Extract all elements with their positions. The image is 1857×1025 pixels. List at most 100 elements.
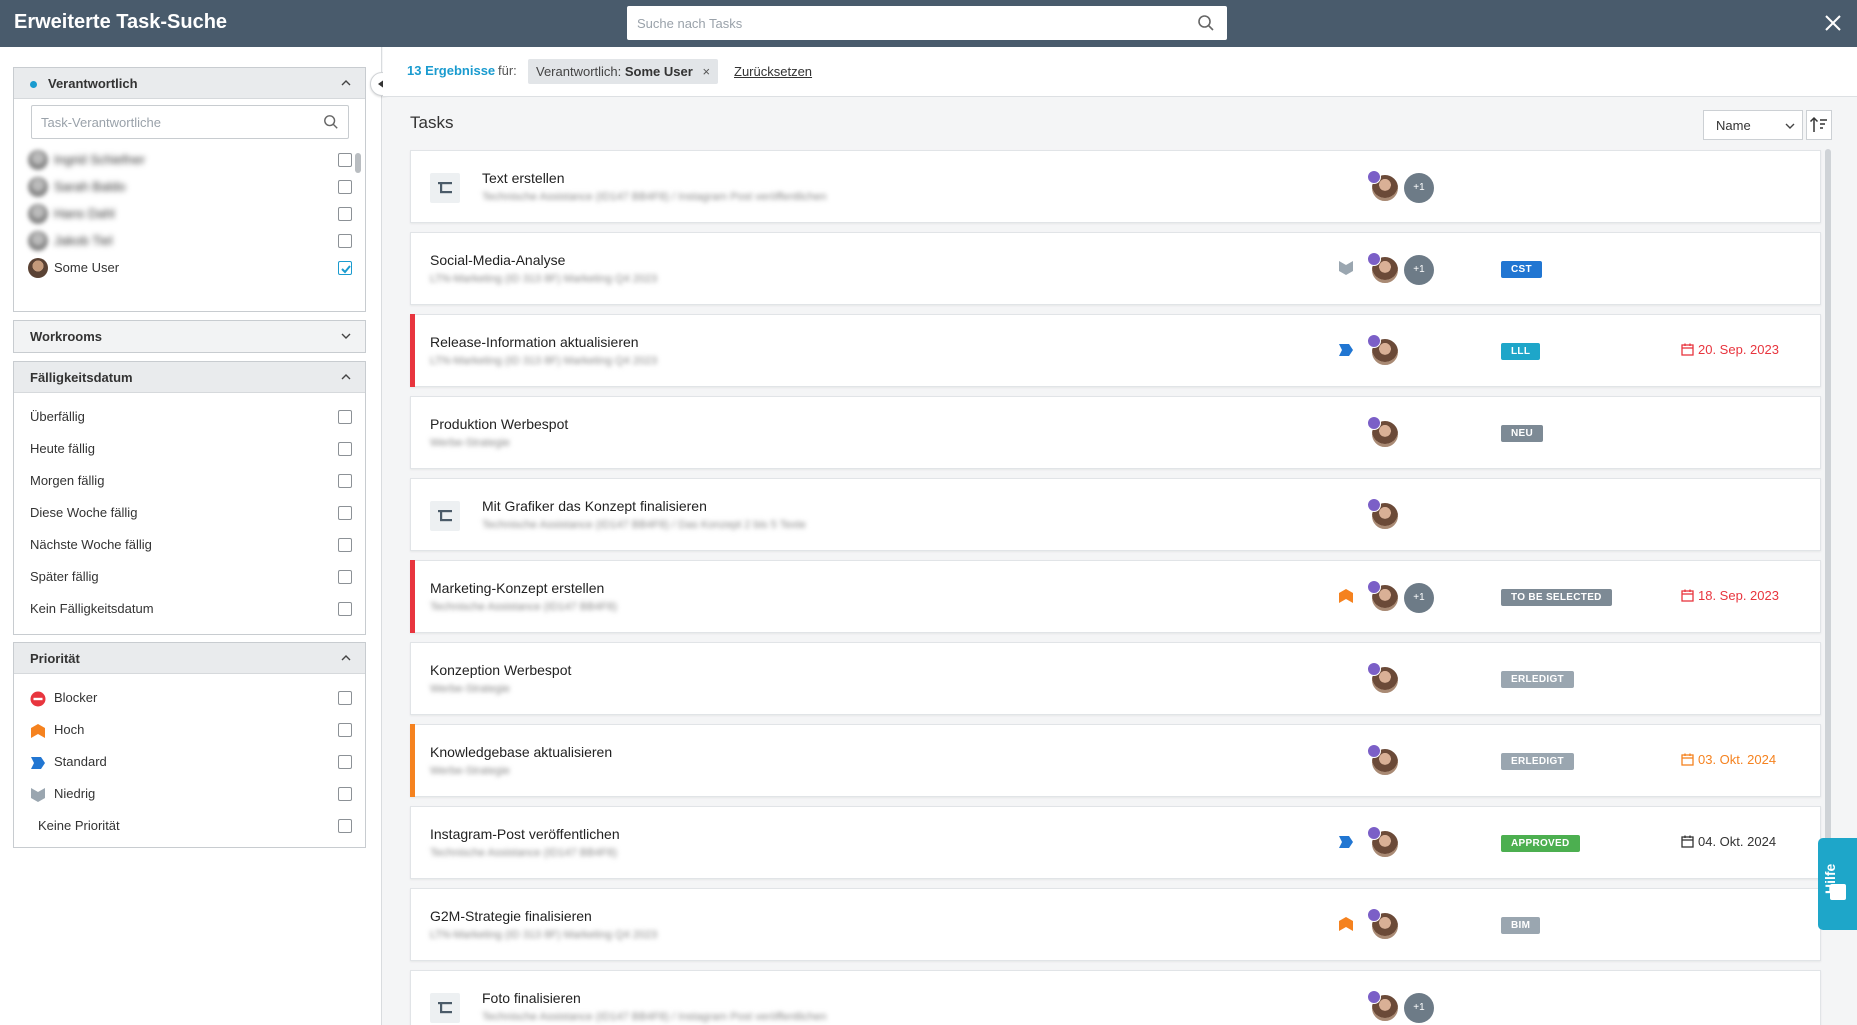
task-name[interactable]: G2M-Strategie finalisieren (430, 908, 592, 924)
close-icon[interactable] (1821, 11, 1845, 35)
task-name[interactable]: Release-Information aktualisieren (430, 334, 639, 350)
assignee-avatar[interactable] (1367, 498, 1400, 531)
due-option[interactable]: Morgen fällig (14, 465, 367, 497)
filter-responsible-header[interactable]: Verantwortlich (14, 68, 365, 99)
assignee-avatar[interactable] (1367, 662, 1400, 695)
task-name[interactable]: Foto finalisieren (482, 990, 581, 1006)
priority-option-blocker[interactable]: Blocker (14, 682, 367, 714)
help-tab[interactable]: Hilfe (1818, 838, 1857, 930)
assignee-avatar[interactable] (1367, 580, 1400, 613)
task-card[interactable]: G2M-Strategie finalisieren LTN-Marketing … (410, 888, 1821, 961)
task-name[interactable]: Mit Grafiker das Konzept finalisieren (482, 498, 707, 514)
priority-option-low[interactable]: Niedrig (14, 778, 367, 810)
due-option[interactable]: Überfällig (14, 401, 367, 433)
task-card[interactable]: Social-Media-Analyse LTN-Marketing (ID 31… (410, 232, 1821, 305)
sort-select[interactable]: Name (1703, 110, 1803, 140)
search-icon[interactable] (323, 114, 339, 130)
assignee-avatar[interactable] (1367, 334, 1400, 367)
checkbox[interactable] (338, 570, 352, 584)
more-assignees-badge[interactable]: +1 (1404, 173, 1434, 203)
more-assignees-badge[interactable]: +1 (1404, 583, 1434, 613)
priority-option-standard[interactable]: Standard (14, 746, 367, 778)
assignee-avatar[interactable] (1367, 416, 1400, 449)
chevron-up-icon[interactable] (341, 653, 351, 663)
task-card[interactable]: Mit Grafiker das Konzept finalisieren Tec… (410, 478, 1821, 551)
due-option[interactable]: Diese Woche fällig (14, 497, 367, 529)
assignee-avatar[interactable] (1367, 252, 1400, 285)
chevron-up-icon[interactable] (341, 372, 351, 382)
low-priority-icon (1339, 261, 1353, 275)
more-assignees-badge[interactable]: +1 (1404, 255, 1434, 285)
assignee-avatar[interactable] (1367, 826, 1400, 859)
priority-option-none[interactable]: Keine Priorität (14, 810, 367, 842)
results-bar: 13 Ergebnisse für: Verantwortlich: Some … (383, 47, 1857, 97)
list-scrollbar[interactable] (355, 153, 361, 173)
due-option[interactable]: Nächste Woche fällig (14, 529, 367, 561)
checkbox[interactable] (338, 180, 352, 194)
filter-priority-header[interactable]: Priorität (14, 643, 365, 674)
assignee-avatar[interactable] (1367, 908, 1400, 941)
task-card[interactable]: Instagram-Post veröffentlichen Technische… (410, 806, 1821, 879)
checkbox[interactable] (338, 474, 352, 488)
assignee-avatar[interactable] (1367, 990, 1400, 1023)
subtask-icon (430, 501, 460, 531)
chevron-down-icon[interactable] (341, 331, 351, 341)
remove-filter-icon[interactable]: × (702, 64, 710, 79)
priority-label: Niedrig (54, 786, 96, 801)
task-name[interactable]: Instagram-Post veröffentlichen (430, 826, 620, 842)
task-name[interactable]: Marketing-Konzept erstellen (430, 580, 604, 596)
task-card[interactable]: Knowledgebase aktualisieren Werbe-Strateg… (410, 724, 1821, 797)
task-search-box[interactable] (627, 6, 1227, 40)
task-name[interactable]: Konzeption Werbespot (430, 662, 571, 678)
checkbox[interactable] (338, 819, 352, 833)
responsible-search-input[interactable] (32, 106, 312, 138)
due-option[interactable]: Kein Fälligkeitsdatum (14, 593, 367, 625)
due-option[interactable]: Später fällig (14, 561, 367, 593)
due-option[interactable]: Heute fällig (14, 433, 367, 465)
checkbox[interactable] (338, 410, 352, 424)
task-context: Technische Assistance (ID147 BB4F8) / Da… (482, 519, 806, 531)
task-card[interactable]: Foto finalisieren Technische Assistance (… (410, 970, 1821, 1025)
search-icon[interactable] (1197, 14, 1215, 32)
checkbox[interactable] (338, 207, 352, 221)
reset-link[interactable]: Zurücksetzen (734, 64, 812, 79)
task-list-scrollbar[interactable] (1825, 149, 1831, 869)
responsible-user-item[interactable]: Some User (14, 252, 365, 284)
task-name[interactable]: Text erstellen (482, 170, 564, 186)
task-card[interactable]: Marketing-Konzept erstellen Technische As… (410, 560, 1821, 633)
active-filter-chip[interactable]: Verantwortlich: Some User × (528, 59, 719, 84)
checkbox[interactable] (338, 755, 352, 769)
task-card[interactable]: Release-Information aktualisieren LTN-Mar… (410, 314, 1821, 387)
task-name[interactable]: Knowledgebase aktualisieren (430, 744, 612, 760)
priority-option-high[interactable]: Hoch (14, 714, 367, 746)
assignee-avatar[interactable] (1367, 744, 1400, 777)
filter-workrooms-header[interactable]: Workrooms (14, 321, 365, 352)
task-card[interactable]: Text erstellen Technische Assistance (ID1… (410, 150, 1821, 223)
checkbox[interactable] (338, 691, 352, 705)
chip-key: Verantwortlich: (536, 64, 622, 79)
responsible-search-box[interactable] (31, 105, 349, 139)
checkbox[interactable] (338, 506, 352, 520)
checkbox[interactable] (338, 153, 352, 167)
sort-direction-button[interactable] (1806, 110, 1832, 140)
task-name[interactable]: Social-Media-Analyse (430, 252, 565, 268)
checkbox[interactable] (338, 723, 352, 737)
filter-due-date-header[interactable]: Fälligkeitsdatum (14, 362, 365, 393)
checkbox-checked[interactable] (338, 261, 352, 275)
task-card[interactable]: Produktion Werbespot Werbe-Strategie NEU (410, 396, 1821, 469)
checkbox[interactable] (338, 787, 352, 801)
task-card[interactable]: Konzeption Werbespot Werbe-Strategie ERLED… (410, 642, 1821, 715)
checkbox[interactable] (338, 602, 352, 616)
due-option-label: Morgen fällig (30, 473, 105, 488)
more-assignees-badge[interactable]: +1 (1404, 993, 1434, 1023)
status-badge: APPROVED (1501, 835, 1580, 852)
task-search-input[interactable] (627, 6, 1167, 40)
assignee-avatar[interactable] (1367, 170, 1400, 203)
task-context: Werbe-Strategie (430, 683, 510, 695)
task-name[interactable]: Produktion Werbespot (430, 416, 568, 432)
checkbox[interactable] (338, 234, 352, 248)
chevron-up-icon[interactable] (341, 78, 351, 88)
status-badge: TO BE SELECTED (1501, 589, 1612, 606)
checkbox[interactable] (338, 442, 352, 456)
checkbox[interactable] (338, 538, 352, 552)
